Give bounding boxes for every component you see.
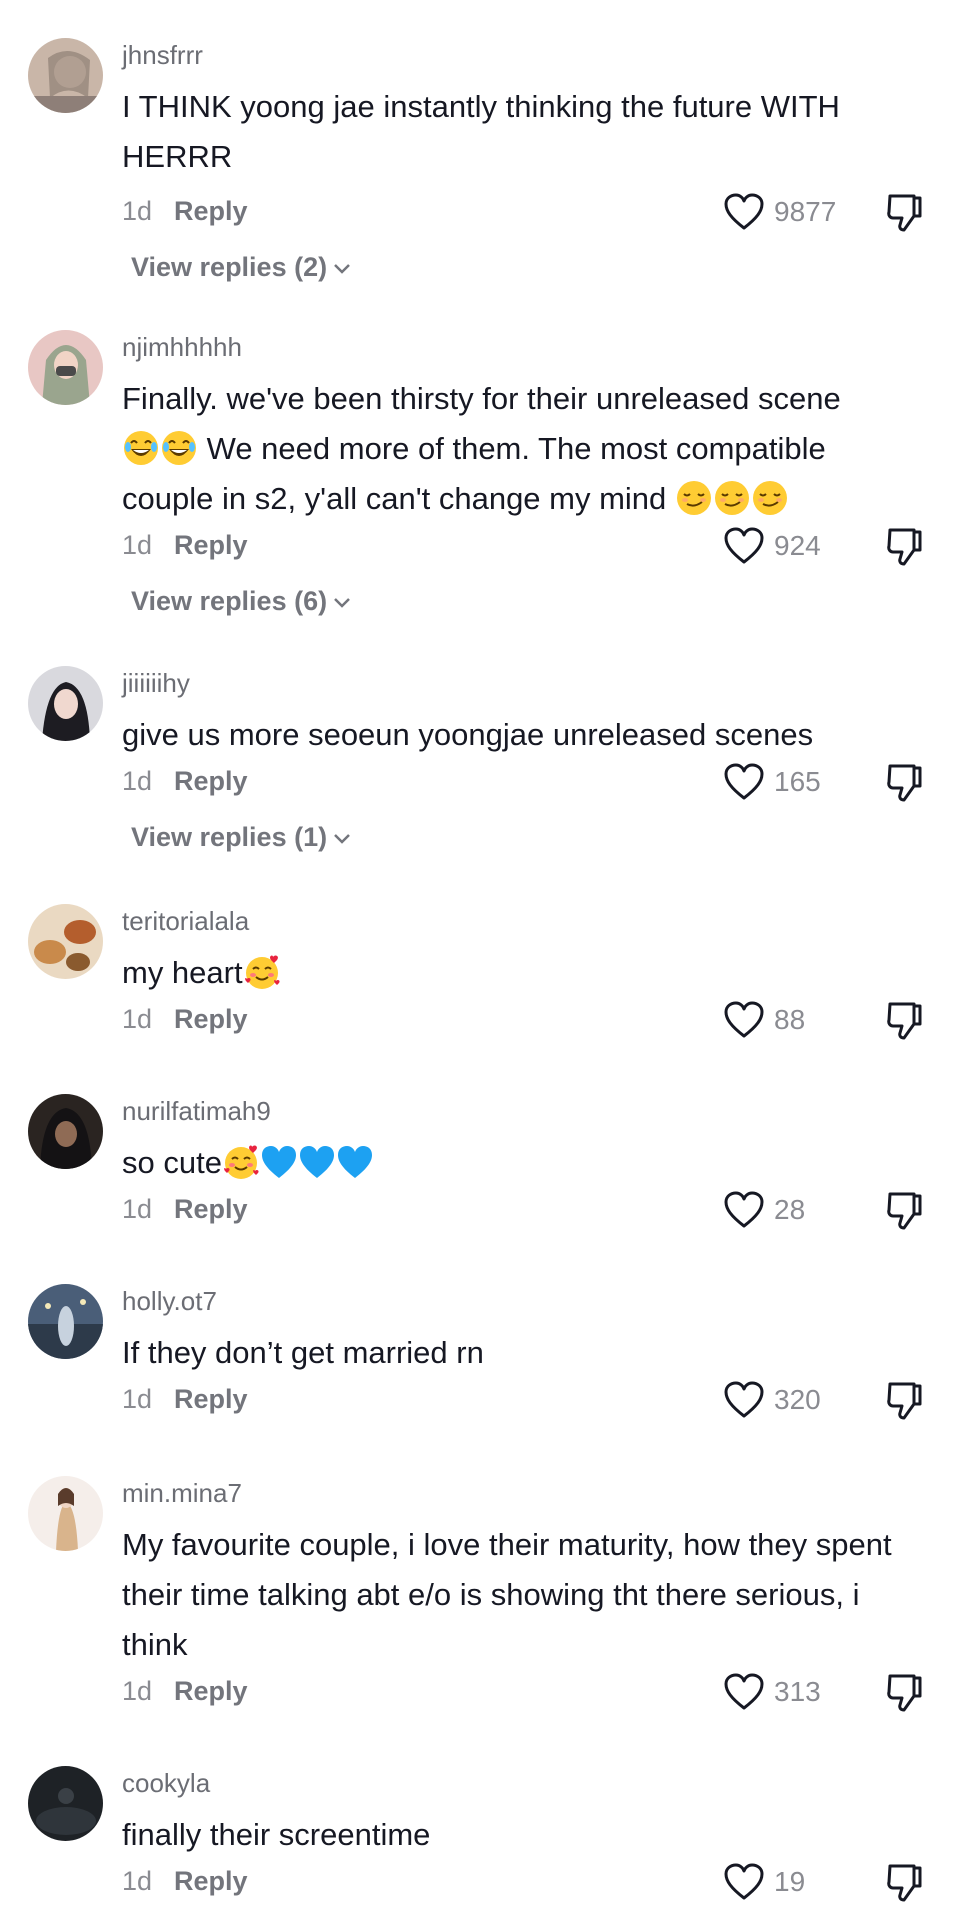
smiling-face-with-hearts-emoji-icon [243,953,281,991]
username[interactable]: nurilfatimah9 [122,1094,271,1128]
smirk-emoji-icon [675,479,713,517]
thumbs-down-outline-icon[interactable] [884,762,924,804]
avatar[interactable] [28,666,103,741]
timestamp: 1d [122,530,153,560]
reply-button[interactable]: Reply [174,1194,248,1225]
timestamp: 1d [122,766,153,796]
like-count: 165 [774,766,821,797]
thumbs-down-outline-icon[interactable] [884,192,924,234]
comment-actions: 1d Reply 165 [122,762,922,802]
reply-button[interactable]: Reply [174,766,248,797]
view-replies-button[interactable]: View replies (6) [131,586,351,617]
comment-text-line: We need more of them. The most compatibl… [122,424,922,474]
comment-actions: 1d Reply 88 [122,1000,922,1040]
reply-button[interactable]: Reply [174,1866,248,1897]
view-replies-button[interactable]: View replies (1) [131,822,351,853]
username[interactable]: jiiiiiihy [122,666,190,700]
username[interactable]: min.mina7 [122,1476,242,1510]
heart-outline-icon[interactable] [723,1672,765,1712]
username[interactable]: teritorialala [122,904,249,938]
like-count: 28 [774,1194,806,1225]
comment-text-part: couple in s2, y'all can't change my mind [122,481,667,516]
smiling-face-with-hearts-emoji-icon [222,1143,260,1181]
chevron-down-icon [333,597,351,609]
avatar[interactable] [28,1476,103,1551]
blue-heart-emoji-icon [298,1143,336,1181]
reply-button[interactable]: Reply [174,1384,248,1415]
heart-outline-icon[interactable] [723,1000,765,1040]
comment-text-line: Finally. we've been thirsty for their un… [122,381,841,416]
heart-outline-icon[interactable] [723,1862,765,1902]
heart-outline-icon[interactable] [723,1190,765,1230]
thumbs-down-outline-icon[interactable] [884,1672,924,1714]
thumbs-down-outline-icon[interactable] [884,526,924,568]
comment-actions: 1d Reply 320 [122,1380,922,1420]
avatar[interactable] [28,1766,103,1841]
like-count: 88 [774,1004,806,1035]
reply-button[interactable]: Reply [174,196,248,227]
timestamp: 1d [122,1384,153,1414]
heart-outline-icon[interactable] [723,1380,765,1420]
chevron-down-icon [333,833,351,845]
comment-text-part: We need more of them. The most compatibl… [206,431,826,466]
avatar[interactable] [28,38,103,113]
username[interactable]: holly.ot7 [122,1284,217,1318]
blue-heart-emoji-icon [336,1143,374,1181]
comment-actions: 1d Reply 313 [122,1672,922,1712]
avatar[interactable] [28,1284,103,1359]
grinning-sweat-emoji-icon [122,429,160,467]
reply-button[interactable]: Reply [174,1676,248,1707]
like-count: 9877 [774,196,837,227]
like-count: 320 [774,1384,821,1415]
like-count: 19 [774,1866,806,1897]
comment-actions: 1d Reply 28 [122,1190,922,1230]
username[interactable]: njimhhhhh [122,330,242,364]
comment-text: Finally. we've been thirsty for their un… [122,374,922,524]
thumbs-down-outline-icon[interactable] [884,1000,924,1042]
username[interactable]: cookyla [122,1766,210,1800]
thumbs-down-outline-icon[interactable] [884,1380,924,1422]
like-count: 313 [774,1676,821,1707]
avatar[interactable] [28,904,103,979]
reply-button[interactable]: Reply [174,530,248,561]
smirk-emoji-icon [751,479,789,517]
comment-text: If they don’t get married rn [122,1335,484,1370]
grinning-sweat-emoji-icon [160,429,198,467]
timestamp: 1d [122,1676,153,1706]
thumbs-down-outline-icon[interactable] [884,1190,924,1232]
username[interactable]: jhnsfrrr [122,38,203,72]
blue-heart-emoji-icon [260,1143,298,1181]
view-replies-button[interactable]: View replies (2) [131,252,351,283]
heart-outline-icon[interactable] [723,192,765,232]
comment-text: my heart [122,948,922,998]
comment-actions: 1d Reply 19 [122,1862,922,1902]
comment-text-line: couple in s2, y'all can't change my mind [122,474,922,524]
comment-text: My favourite couple, i love their maturi… [122,1527,892,1662]
comment-actions: 1d Reply 9877 [122,192,922,232]
view-replies-label: View replies (1) [131,822,328,852]
timestamp: 1d [122,196,153,226]
like-count: 924 [774,530,821,561]
comment-text: so cute [122,1138,922,1188]
view-replies-label: View replies (6) [131,586,328,616]
chevron-down-icon [333,263,351,275]
comment-text: I THINK yoong jae instantly thinking the… [122,89,840,174]
thumbs-down-outline-icon[interactable] [884,1862,924,1904]
heart-outline-icon[interactable] [723,526,765,566]
smirk-emoji-icon [713,479,751,517]
timestamp: 1d [122,1194,153,1224]
timestamp: 1d [122,1004,153,1034]
avatar[interactable] [28,330,103,405]
avatar[interactable] [28,1094,103,1169]
comment-actions: 1d Reply 924 [122,526,922,566]
reply-button[interactable]: Reply [174,1004,248,1035]
view-replies-label: View replies (2) [131,252,328,282]
heart-outline-icon[interactable] [723,762,765,802]
comment-text: give us more seoeun yoongjae unreleased … [122,717,814,752]
comment-text-part: my heart [122,955,243,990]
comment-text-part: so cute [122,1145,222,1180]
timestamp: 1d [122,1866,153,1896]
comment-text: finally their screentime [122,1817,431,1852]
